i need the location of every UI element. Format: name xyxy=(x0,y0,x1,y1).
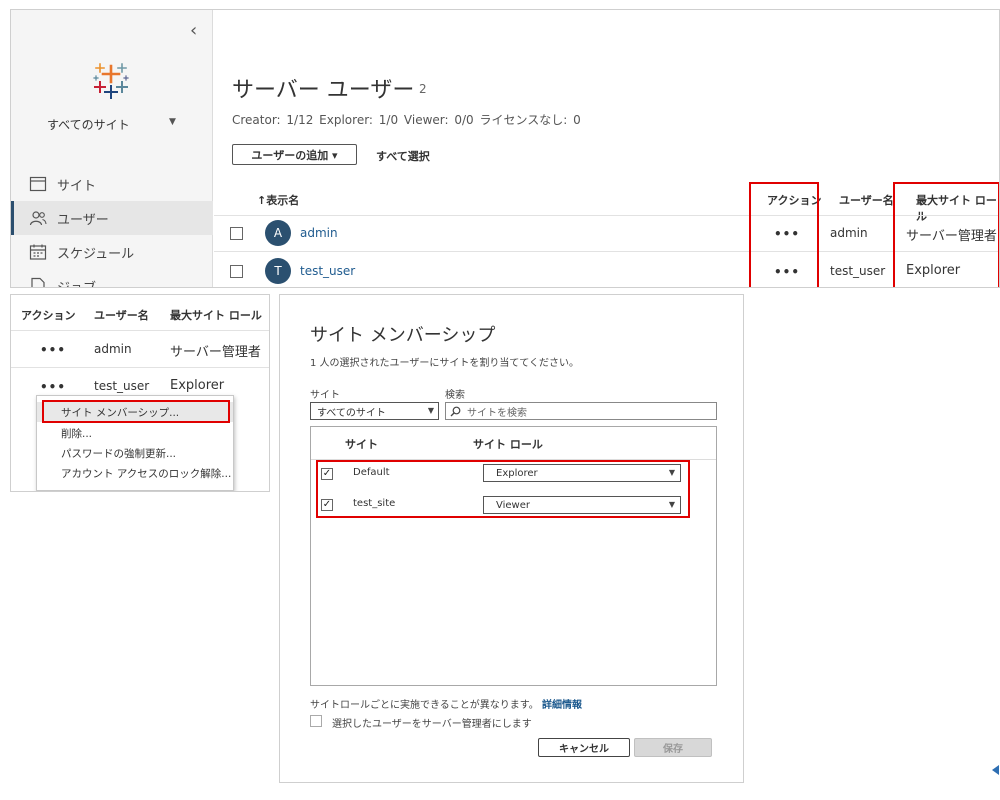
user-link[interactable]: admin xyxy=(300,226,338,240)
server-admin-checkbox[interactable] xyxy=(310,715,322,727)
role-cell: サーバー管理者 xyxy=(170,345,261,360)
divider xyxy=(214,251,999,252)
username-cell: test_user xyxy=(830,264,886,278)
avatar: T xyxy=(265,258,291,284)
left-arrow-icon xyxy=(992,765,999,775)
page-title: サーバー ユーザー xyxy=(232,78,415,103)
calendar-icon xyxy=(29,244,47,260)
username-cell: test_user xyxy=(94,379,150,393)
license-stats: Creator: 1/12 Explorer: 1/0 Viewer: 0/0 … xyxy=(232,113,581,127)
site-icon xyxy=(29,176,47,192)
site-filter-label: サイト xyxy=(310,390,340,401)
sidebar-item-label: スケジュール xyxy=(57,246,135,262)
more-info-link[interactable]: 詳細情報 xyxy=(542,700,582,711)
site-filter-dropdown[interactable]: すべてのサイト ▼ xyxy=(310,402,439,420)
sidebar-item-label: サイト xyxy=(57,178,97,194)
divider xyxy=(11,330,269,331)
action-menu-screenshot: アクション ユーザー名 最大サイト ロール ••• admin サーバー管理者 … xyxy=(10,294,270,492)
action-column-highlight xyxy=(749,182,819,287)
role-note-text: サイトロールごとに実施できることが異なります。 xyxy=(310,700,539,711)
site-filter-value: すべてのサイト xyxy=(317,407,386,419)
role-column-highlight xyxy=(893,182,999,287)
search-placeholder: サイトを検索 xyxy=(467,407,527,419)
cancel-button[interactable]: キャンセル xyxy=(538,738,630,757)
divider xyxy=(11,367,269,368)
column-header-username[interactable]: ユーザー名 xyxy=(839,192,894,208)
site-selector-label: すべてのサイト xyxy=(47,118,130,132)
site-selector[interactable]: すべてのサイト ▼ xyxy=(47,116,197,133)
menu-item-highlight xyxy=(42,400,230,423)
column-header-username: ユーザー名 xyxy=(94,309,149,322)
dialog-description: 1 人の選択されたユーザーにサイトを割り当ててください。 xyxy=(310,358,580,369)
user-link[interactable]: test_user xyxy=(300,264,355,278)
username-cell: admin xyxy=(94,342,132,356)
menu-item-force-password-update[interactable]: パスワードの強制更新... xyxy=(37,443,233,463)
add-user-button[interactable]: ユーザーの追加 ▾ xyxy=(232,144,357,165)
dialog-title: サイト メンバーシップ xyxy=(310,325,496,346)
role-cell: Explorer xyxy=(170,378,225,393)
save-button[interactable]: 保存 xyxy=(634,738,712,757)
site-search-input[interactable]: サイトを検索 xyxy=(445,402,717,420)
username-cell: admin xyxy=(830,226,868,240)
user-count: 2 xyxy=(419,82,427,96)
column-header-max-site-role: 最大サイト ロール xyxy=(170,309,262,322)
column-header-action: アクション xyxy=(21,309,76,322)
server-admin-label: 選択したユーザーをサーバー管理者にします xyxy=(332,719,532,730)
site-membership-dialog: サイト メンバーシップ 1 人の選択されたユーザーにサイトを割り当ててください。… xyxy=(279,294,744,783)
menu-item-delete[interactable]: 削除... xyxy=(37,423,233,443)
more-actions-icon[interactable]: ••• xyxy=(40,343,66,357)
column-header-site-role: サイト ロール xyxy=(473,438,543,451)
chevron-down-icon: ▼ xyxy=(169,117,176,127)
site-table-header: サイト サイト ロール xyxy=(311,427,716,460)
users-main-panel: サーバー ユーザー 2 Creator: 1/12 Explorer: 1/0 … xyxy=(214,10,999,287)
row-checkbox[interactable] xyxy=(230,227,243,240)
select-all-link[interactable]: すべて選択 xyxy=(376,148,430,164)
sidebar-item-schedules[interactable]: スケジュール xyxy=(11,235,213,269)
sidebar-item-label: ジョブ xyxy=(57,280,97,288)
more-actions-icon[interactable]: ••• xyxy=(40,380,66,394)
sidebar-item-label: ユーザー xyxy=(57,212,109,228)
collapse-sidebar-icon[interactable]: ‹ xyxy=(190,20,197,41)
sidebar-item-users[interactable]: ユーザー xyxy=(11,201,213,235)
chevron-down-icon: ▼ xyxy=(427,406,434,415)
sidebar-item-jobs[interactable]: ジョブ xyxy=(11,269,213,288)
site-table: サイト サイト ロール ✓ Default Explorer ▼ ✓ test_… xyxy=(310,426,717,686)
site-roles-highlight xyxy=(316,460,690,518)
menu-item-unlock-account[interactable]: アカウント アクセスのロック解除... xyxy=(37,463,233,483)
sidebar: ‹ すべてのサイト ▼ サイト ユーザー スケジュール ジョブ xyxy=(11,10,213,288)
role-note: サイトロールごとに実施できることが異なります。 詳細情報 xyxy=(310,696,582,711)
job-icon xyxy=(31,277,45,287)
action-context-menu: サイト メンバーシップ... 削除... パスワードの強制更新... アカウント… xyxy=(36,395,234,491)
column-header-site: サイト xyxy=(345,438,378,451)
sidebar-item-sites[interactable]: サイト xyxy=(11,167,213,201)
divider xyxy=(214,215,999,216)
users-page-screenshot: ‹ すべてのサイト ▼ サイト ユーザー スケジュール ジョブ サーバー ユーザ… xyxy=(10,9,1000,288)
users-icon xyxy=(29,211,47,226)
avatar: A xyxy=(265,220,291,246)
search-label: 検索 xyxy=(445,390,465,401)
tableau-logo-icon xyxy=(93,63,129,99)
row-checkbox[interactable] xyxy=(230,265,243,278)
column-header-display-name[interactable]: ↑表示名 xyxy=(257,192,299,208)
search-icon xyxy=(450,406,461,416)
